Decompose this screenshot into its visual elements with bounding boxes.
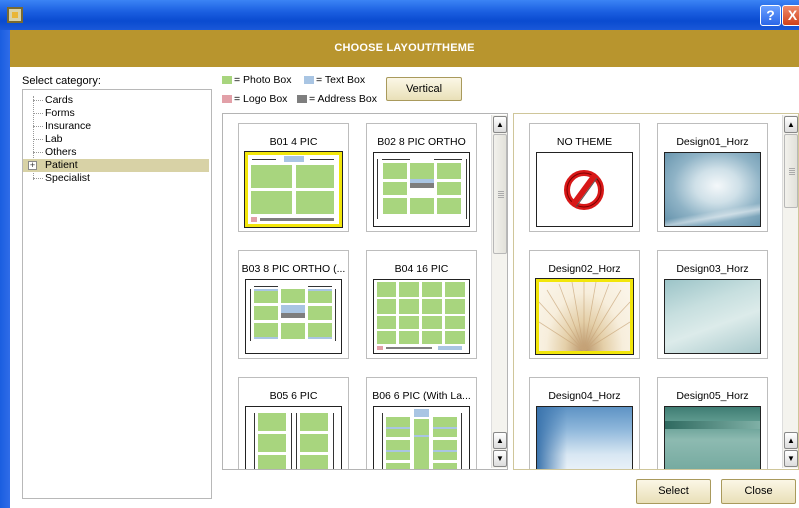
theme-thumbnail[interactable] xyxy=(536,152,633,227)
layout-thumbnail[interactable] xyxy=(373,152,470,227)
scroll-down-button[interactable]: ▼ xyxy=(784,450,798,467)
logo-box-swatch-icon xyxy=(222,95,232,104)
layout-card-label: B05 6 PIC xyxy=(269,390,318,402)
layout-card-b01[interactable]: B01 4 PIC xyxy=(238,123,349,232)
scroll-up-button-lower[interactable]: ▲ xyxy=(784,432,798,449)
theme-thumbnail[interactable] xyxy=(536,406,633,469)
category-tree[interactable]: Cards Forms Insurance Lab Others + Patien… xyxy=(22,89,212,499)
layout-thumbnail[interactable] xyxy=(373,279,470,354)
legend-address-box: = Address Box xyxy=(297,93,377,105)
legend-logo-box: = Logo Box xyxy=(222,93,287,105)
layout-card-b02[interactable]: B02 8 PIC ORTHO xyxy=(366,123,477,232)
layout-thumbnail[interactable] xyxy=(245,279,342,354)
scroll-down-button[interactable]: ▼ xyxy=(493,450,507,467)
select-button[interactable]: Select xyxy=(636,479,711,504)
category-label: Select category: xyxy=(22,75,101,87)
layout-thumbnail[interactable] xyxy=(245,406,342,469)
orientation-button[interactable]: Vertical xyxy=(386,77,462,101)
layout-card-label: B02 8 PIC ORTHO xyxy=(377,136,466,148)
theme-scrollbar[interactable]: ▲ ▲ ▼ xyxy=(782,115,798,468)
theme-card-no-theme[interactable]: NO THEME xyxy=(529,123,640,232)
text-box-swatch-icon xyxy=(304,76,314,85)
layout-thumbnail[interactable] xyxy=(373,406,470,469)
layout-scrollbar[interactable]: ▲ ▲ ▼ xyxy=(491,115,507,468)
legend-photo-box: = Photo Box xyxy=(222,74,292,86)
window-close-button[interactable]: X xyxy=(782,5,799,26)
theme-thumbnail[interactable] xyxy=(664,152,761,227)
close-button[interactable]: Close xyxy=(721,479,796,504)
theme-card-label: Design01_Horz xyxy=(676,136,749,148)
sunburst-pattern xyxy=(539,282,630,351)
theme-card-label: Design02_Horz xyxy=(548,263,621,275)
theme-card-design03[interactable]: Design03_Horz xyxy=(657,250,768,359)
no-symbol-icon xyxy=(564,170,604,210)
theme-thumbnail[interactable] xyxy=(664,279,761,354)
layout-card-label: B04 16 PIC xyxy=(394,263,449,275)
layout-card-b04[interactable]: B04 16 PIC xyxy=(366,250,477,359)
theme-card-label: NO THEME xyxy=(556,136,613,148)
expand-icon[interactable]: + xyxy=(28,161,37,170)
theme-card-design05[interactable]: Design05_Horz xyxy=(657,377,768,469)
layout-list-panel[interactable]: B01 4 PIC B02 8 PIC ORTHO B03 8 PIC ORTH… xyxy=(222,113,508,470)
window-left-border xyxy=(0,30,10,508)
title-bar: ? X xyxy=(0,0,799,30)
dialog-banner: CHOOSE LAYOUT/THEME xyxy=(10,30,799,67)
theme-list-panel[interactable]: NO THEME Design01_Horz Design02_Horz Des… xyxy=(513,113,799,470)
theme-card-label: Design04_Horz xyxy=(548,390,621,402)
scroll-up-button-lower[interactable]: ▲ xyxy=(493,432,507,449)
theme-card-label: Design05_Horz xyxy=(676,390,749,402)
scroll-up-button[interactable]: ▲ xyxy=(493,116,507,133)
layout-card-b03[interactable]: B03 8 PIC ORTHO (... xyxy=(238,250,349,359)
layout-thumbnail[interactable] xyxy=(244,151,343,228)
address-box-swatch-icon xyxy=(297,95,307,104)
legend-text-box: = Text Box xyxy=(304,74,365,86)
theme-card-label: Design03_Horz xyxy=(676,263,749,275)
layout-card-label: B03 8 PIC ORTHO (... xyxy=(241,263,346,275)
layout-card-label: B06 6 PIC (With La... xyxy=(372,390,471,402)
choose-layout-dialog: ? X CHOOSE LAYOUT/THEME Select category:… xyxy=(0,0,799,508)
help-button[interactable]: ? xyxy=(760,5,781,26)
scroll-up-button[interactable]: ▲ xyxy=(784,116,798,133)
theme-thumbnail[interactable] xyxy=(664,406,761,469)
layout-card-b05[interactable]: B05 6 PIC xyxy=(238,377,349,469)
photo-box-swatch-icon xyxy=(222,76,232,85)
tree-item-patient[interactable]: + Patient xyxy=(23,159,209,172)
theme-card-design04[interactable]: Design04_Horz xyxy=(529,377,640,469)
theme-card-design01[interactable]: Design01_Horz xyxy=(657,123,768,232)
app-icon xyxy=(7,7,23,23)
layout-card-b06[interactable]: B06 6 PIC (With La... xyxy=(366,377,477,469)
theme-card-design02[interactable]: Design02_Horz xyxy=(529,250,640,359)
layout-card-label: B01 4 PIC xyxy=(269,136,318,148)
scroll-thumb[interactable] xyxy=(784,134,798,208)
theme-thumbnail[interactable] xyxy=(535,278,634,355)
scroll-thumb[interactable] xyxy=(493,134,507,254)
